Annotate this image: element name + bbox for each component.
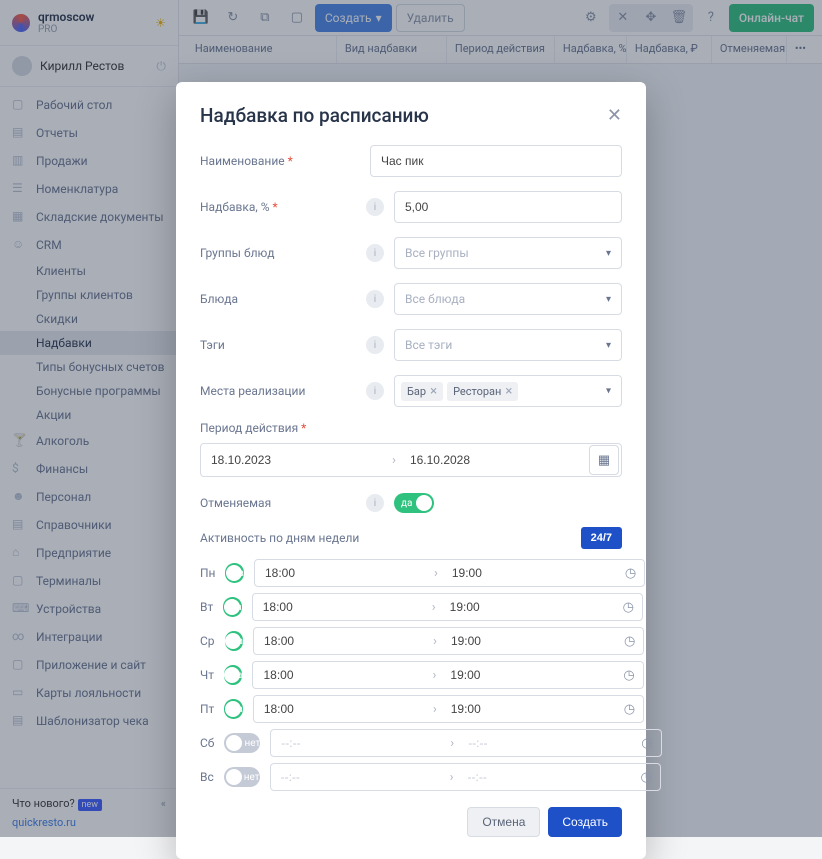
chevron-down-icon: ▾	[606, 294, 611, 305]
toggle-day[interactable]: да	[224, 699, 242, 719]
toggle-day[interactable]: нет	[224, 767, 260, 787]
time-to[interactable]	[440, 668, 615, 682]
chip-remove-icon[interactable]: ×	[505, 385, 512, 398]
time-from[interactable]	[255, 566, 430, 580]
toggle-day[interactable]: да	[223, 597, 241, 617]
time-from[interactable]	[271, 736, 446, 750]
time-range[interactable]: ›◷	[253, 695, 644, 723]
chevron-down-icon: ▾	[606, 386, 611, 397]
select-groups[interactable]: Все группы▾	[394, 237, 622, 269]
modal: Надбавка по расписанию ✕ Наименование * …	[176, 82, 646, 859]
label-name: Наименование *	[200, 154, 360, 168]
clock-icon[interactable]: ◷	[617, 566, 644, 581]
time-to[interactable]	[458, 736, 633, 750]
time-range[interactable]: ›◷	[253, 627, 644, 655]
label-groups: Группы блюд	[200, 246, 360, 260]
time-from[interactable]	[254, 702, 429, 716]
clock-icon[interactable]: ◷	[615, 668, 642, 683]
day-label: Чт	[200, 668, 214, 682]
create-button[interactable]: Создать	[548, 807, 622, 837]
time-range[interactable]: ›◷	[270, 729, 661, 757]
label-activity: Активность по дням недели	[200, 531, 359, 545]
cancel-button[interactable]: Отмена	[467, 807, 540, 837]
toggle-day[interactable]: да	[224, 665, 242, 685]
label-percent: Надбавка, % *	[200, 200, 360, 214]
toggle-cancelable[interactable]: да	[394, 493, 434, 513]
time-range[interactable]: ›◷	[254, 559, 645, 587]
range-arrow-icon: ›	[429, 702, 441, 717]
label-dishes: Блюда	[200, 292, 360, 306]
time-range[interactable]: ›◷	[270, 763, 661, 791]
range-arrow-icon: ›	[388, 453, 400, 468]
time-range[interactable]: ›◷	[252, 661, 643, 689]
day-label: Пн	[200, 566, 215, 580]
chip-bar: Бар×	[401, 382, 443, 401]
select-tags[interactable]: Все тэги▾	[394, 329, 622, 361]
modal-overlay: Надбавка по расписанию ✕ Наименование * …	[0, 0, 822, 837]
btn-247[interactable]: 24/7	[581, 527, 622, 549]
clock-icon[interactable]: ◷	[633, 736, 660, 751]
time-to[interactable]	[441, 702, 616, 716]
clock-icon[interactable]: ◷	[616, 702, 643, 717]
toggle-day[interactable]: нет	[224, 733, 260, 753]
time-to[interactable]	[440, 600, 615, 614]
info-icon[interactable]: i	[366, 244, 384, 262]
time-to[interactable]	[458, 770, 633, 784]
select-places[interactable]: Бар× Ресторан× ▾	[394, 375, 622, 407]
time-from[interactable]	[253, 668, 428, 682]
label-places: Места реализации	[200, 384, 360, 398]
info-icon[interactable]: i	[366, 336, 384, 354]
clock-icon[interactable]: ◷	[615, 600, 642, 615]
day-label: Пт	[200, 702, 214, 716]
calendar-icon[interactable]: ▦	[589, 445, 619, 475]
clock-icon[interactable]: ◷	[633, 770, 660, 785]
date-from[interactable]	[201, 453, 388, 467]
range-arrow-icon: ›	[428, 668, 440, 683]
range-arrow-icon: ›	[430, 566, 442, 581]
info-icon[interactable]: i	[366, 382, 384, 400]
range-arrow-icon: ›	[446, 770, 458, 785]
day-label: Сб	[200, 736, 214, 750]
clock-icon[interactable]: ◷	[616, 634, 643, 649]
chip-restaurant: Ресторан×	[447, 382, 518, 401]
chevron-down-icon: ▾	[606, 340, 611, 351]
date-to[interactable]	[400, 453, 587, 467]
range-arrow-icon: ›	[429, 634, 441, 649]
time-to[interactable]	[442, 566, 617, 580]
info-icon[interactable]: i	[366, 494, 384, 512]
input-percent[interactable]	[394, 191, 622, 223]
select-dishes[interactable]: Все блюда▾	[394, 283, 622, 315]
day-label: Вт	[200, 600, 213, 614]
range-arrow-icon: ›	[446, 736, 458, 751]
label-tags: Тэги	[200, 338, 360, 352]
info-icon[interactable]: i	[366, 198, 384, 216]
chevron-down-icon: ▾	[606, 248, 611, 259]
label-period: Период действия *	[200, 421, 360, 435]
time-to[interactable]	[441, 634, 616, 648]
day-label: Вс	[200, 770, 214, 784]
time-range[interactable]: ›◷	[252, 593, 643, 621]
info-icon[interactable]: i	[366, 290, 384, 308]
time-from[interactable]	[271, 770, 446, 784]
time-from[interactable]	[253, 600, 428, 614]
toggle-day[interactable]: да	[225, 631, 243, 651]
close-icon[interactable]: ✕	[607, 105, 622, 126]
date-range[interactable]: › ▦	[200, 443, 622, 477]
time-from[interactable]	[254, 634, 429, 648]
range-arrow-icon: ›	[428, 600, 440, 615]
toggle-day[interactable]: да	[225, 563, 243, 583]
chip-remove-icon[interactable]: ×	[430, 385, 437, 398]
day-label: Ср	[200, 634, 215, 648]
modal-title: Надбавка по расписанию	[200, 104, 429, 127]
input-name[interactable]	[370, 145, 622, 177]
label-cancelable: Отменяемая	[200, 496, 360, 510]
